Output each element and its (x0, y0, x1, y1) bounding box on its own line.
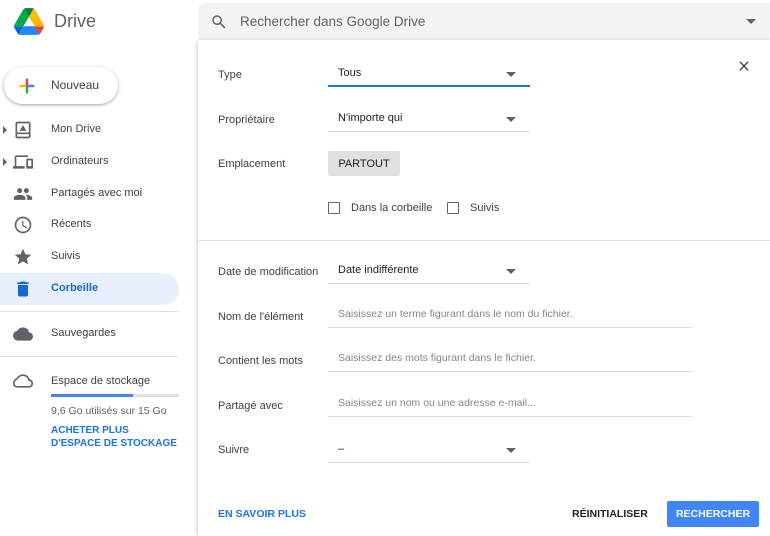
modified-date-label: Date de modification (218, 266, 319, 278)
owner-select[interactable]: N'importe qui (328, 108, 530, 132)
follow-up-value: – (338, 443, 345, 455)
reset-button[interactable]: RÉINITIALISER (572, 508, 648, 520)
checkbox-box[interactable] (328, 202, 340, 214)
sidebar-item-backups[interactable]: Sauvegardes (0, 318, 179, 350)
sidebar-item-shared-with-me[interactable]: Partagés avec moi (0, 178, 179, 210)
cloud-icon (13, 327, 33, 341)
sidebar-item-recent[interactable]: Récents (0, 209, 179, 241)
location-label: Emplacement (218, 158, 286, 170)
storage-usage-fill (51, 394, 133, 397)
checkbox-label: Suivis (470, 202, 500, 214)
shared-with-label: Partagé avec (218, 400, 283, 412)
sidebar-item-computers[interactable]: Ordinateurs (0, 146, 179, 178)
sidebar-item-starred[interactable]: Suivis (0, 241, 179, 273)
trash-icon (17, 281, 29, 297)
search-bar[interactable]: Rechercher dans Google Drive (198, 3, 770, 40)
clock-icon (14, 216, 32, 234)
storage-used-text: 9,6 Go utilisés sur 15 Go (51, 405, 167, 417)
sidebar-item-label: Ordinateurs (51, 155, 109, 167)
has-words-label: Contient les mots (218, 355, 303, 367)
chevron-down-icon (506, 448, 516, 453)
owner-select-value: N'importe qui (338, 112, 403, 124)
sidebar-item-my-drive[interactable]: Mon Drive (0, 114, 179, 146)
chevron-down-icon (506, 117, 516, 122)
learn-more-link[interactable]: EN SAVOIR PLUS (218, 508, 306, 520)
chevron-down-icon (506, 269, 516, 274)
sidebar-item-label: Partagés avec moi (51, 187, 143, 199)
item-name-input[interactable] (338, 308, 688, 320)
drive-logo[interactable]: Drive (14, 8, 96, 35)
storage-title[interactable]: Espace de stockage (51, 375, 150, 387)
plus-icon (19, 78, 35, 94)
location-chip-anywhere[interactable]: PARTOUT (328, 151, 400, 176)
storage-usage-bar (51, 394, 179, 397)
my-drive-icon (15, 121, 31, 139)
sidebar-item-label: Suivis (51, 250, 81, 262)
item-name-field[interactable] (328, 306, 692, 328)
search-button[interactable]: RECHERCHER (667, 501, 759, 527)
type-select-value: Tous (338, 67, 362, 79)
owner-label: Propriétaire (218, 114, 275, 126)
search-placeholder[interactable]: Rechercher dans Google Drive (240, 14, 425, 29)
chevron-down-icon (506, 72, 516, 77)
has-words-field[interactable] (328, 350, 692, 372)
type-label: Type (218, 69, 242, 81)
search-icon[interactable] (210, 13, 228, 31)
sidebar-divider (0, 356, 179, 357)
search-options-caret-icon[interactable] (746, 19, 756, 24)
app-name: Drive (54, 11, 97, 31)
buy-storage-link[interactable]: ACHETER PLUS D'ESPACE DE STOCKAGE (51, 424, 181, 450)
checkbox-label: Dans la corbeille (351, 202, 433, 214)
sidebar-item-label: Récents (51, 218, 92, 230)
shared-with-field[interactable] (328, 395, 692, 417)
expand-arrow-icon[interactable] (3, 158, 7, 166)
modified-date-select[interactable]: Date indifférente (328, 260, 530, 284)
advanced-search-panel: Type Tous Propriétaire N'importe qui Emp… (198, 40, 770, 536)
modified-date-value: Date indifférente (338, 264, 419, 276)
follow-up-label: Suivre (218, 444, 250, 456)
storage-cloud-icon (13, 374, 33, 388)
sidebar-divider (0, 311, 179, 312)
shared-people-icon (13, 188, 33, 200)
close-icon[interactable] (736, 58, 752, 74)
sidebar-item-label: Mon Drive (51, 123, 102, 135)
type-select[interactable]: Tous (328, 63, 530, 87)
sidebar-item-label: Corbeille (51, 282, 99, 294)
expand-arrow-icon[interactable] (3, 126, 7, 134)
in-trash-checkbox[interactable]: Dans la corbeille (328, 202, 432, 214)
shared-with-input[interactable] (338, 397, 688, 409)
follow-up-select[interactable]: – (328, 439, 530, 463)
star-icon (14, 248, 32, 265)
has-words-input[interactable] (338, 352, 688, 364)
drive-logo-icon (14, 8, 44, 35)
sidebar-item-label: Sauvegardes (51, 327, 116, 339)
new-button-label: Nouveau (51, 78, 100, 92)
sidebar-item-trash[interactable]: Corbeille (0, 273, 179, 305)
starred-checkbox[interactable]: Suivis (447, 202, 499, 214)
computers-icon (13, 155, 33, 169)
panel-divider (198, 240, 770, 241)
checkbox-box[interactable] (447, 202, 459, 214)
new-button[interactable]: Nouveau (4, 67, 118, 104)
item-name-label: Nom de l'élément (218, 311, 304, 323)
